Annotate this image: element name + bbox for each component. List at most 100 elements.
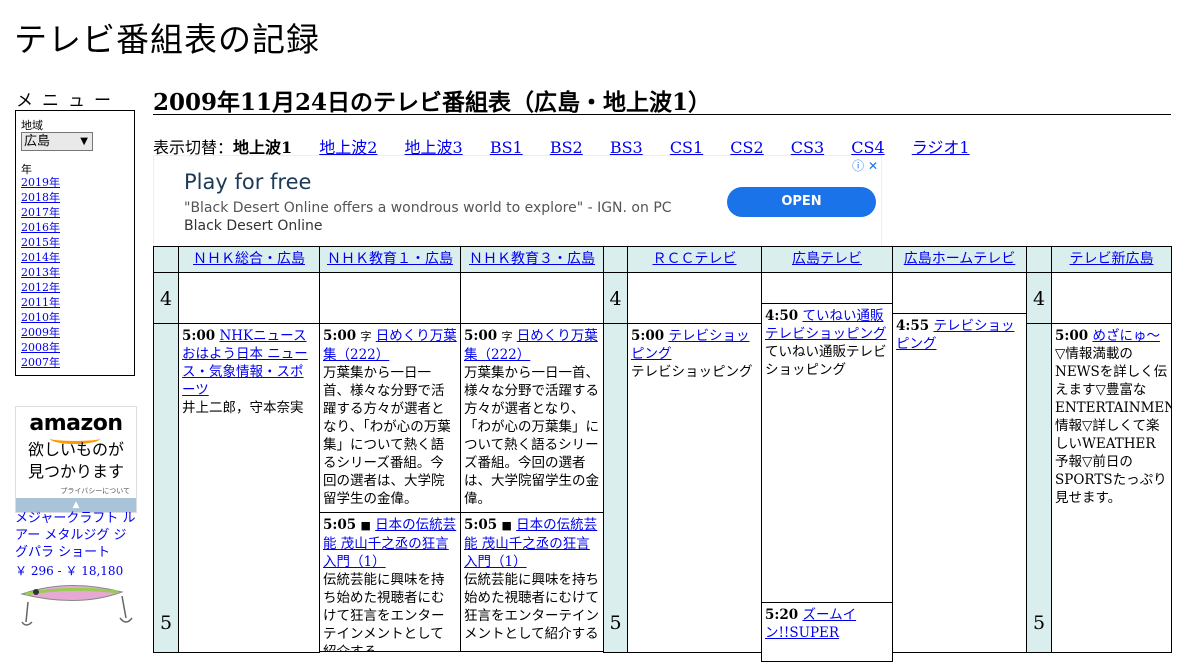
channel-link-rcc[interactable]: ＲＣＣテレビ xyxy=(653,251,737,267)
amazon-tagline: 欲しいものが 見つかります xyxy=(16,439,136,483)
year-link[interactable]: 2015年 xyxy=(21,236,60,249)
page-heading: 2009年11月24日のテレビ番組表（広島・地上波1） xyxy=(153,83,1171,116)
channel-link-nhk-sogo[interactable]: ＮＨＫ総合・広島 xyxy=(193,251,305,267)
program-desc: 万葉集から一日一首、様々な分野で活躍する方々が選者となり、「わが心の万葉集」につ… xyxy=(464,365,599,507)
empty-slot xyxy=(460,272,604,324)
data-broadcast-icon: ■ xyxy=(501,519,512,532)
program-desc: ▽情報満載のNEWSを詳しく伝えます▽豊富なENTERTAINMENT情報▽詳し… xyxy=(1055,346,1171,506)
program-time: 5:00 xyxy=(323,328,357,344)
program-cell: 5:00 めざにゅ～ ▽情報満載のNEWSを詳しく伝えます▽豊富なENTERTA… xyxy=(1051,323,1172,653)
menu-label: メニュー xyxy=(16,91,120,111)
switch-link-radio1[interactable]: ラジオ1 xyxy=(912,138,970,157)
channel-link-tss[interactable]: テレビ新広島 xyxy=(1070,251,1154,267)
time-header-cell xyxy=(603,246,628,273)
data-broadcast-icon: ■ xyxy=(360,519,371,532)
subtitle-icon: 字 xyxy=(501,330,513,343)
amazon-product-price: ￥ 296 - ￥ 18,180 xyxy=(15,564,124,578)
ad-description: "Black Desert Online offers a wondrous w… xyxy=(184,199,704,235)
program-cell: 5:00 字 日めくり万葉集（222） 万葉集から一日一首、様々な分野で活躍する… xyxy=(460,323,604,513)
program-cell: 4:55 テレビショッピング xyxy=(892,313,1027,653)
year-link[interactable]: 2007年 xyxy=(21,356,60,369)
hour-cell-4: 4 xyxy=(153,272,179,324)
program-time: 4:50 xyxy=(765,308,799,324)
time-header-cell xyxy=(153,246,179,273)
subtitle-icon: 字 xyxy=(360,330,372,343)
year-list: 2019年 2018年 2017年 2016年 2015年 2014年 2013… xyxy=(21,175,60,370)
hour-cell-4: 4 xyxy=(603,272,628,324)
empty-slot xyxy=(1051,272,1172,324)
year-link[interactable]: 2018年 xyxy=(21,191,60,204)
year-link[interactable]: 2011年 xyxy=(21,296,60,309)
ad-brand: Black Desert Online xyxy=(184,218,323,234)
program-desc: 井上二郎，守本奈実 xyxy=(182,400,304,416)
hour-cell-4: 4 xyxy=(1026,272,1052,324)
hour-cell-5: 5 xyxy=(153,323,179,653)
ad-info-close-icon[interactable]: ⓘ ✕ xyxy=(852,157,878,174)
ad-desc-text: "Black Desert Online offers a wondrous w… xyxy=(184,200,672,216)
program-time: 5:00 xyxy=(464,328,498,344)
year-link[interactable]: 2017年 xyxy=(21,206,60,219)
program-cell: 5:20 ズームイン!!SUPER xyxy=(761,602,893,662)
program-desc: ていねい通販テレビショッピング xyxy=(765,344,887,378)
program-cell: 5:05 ■ 日本の伝統芸能 茂山千之丞の狂言入門（1） 伝統芸能に興味を持ち始… xyxy=(319,512,461,652)
amazon-tagline-line1: 欲しいものが xyxy=(27,440,124,459)
program-desc: 伝統芸能に興味を持ち始めた視聴者にむけて狂言をエンターテインメントとして紹介する xyxy=(323,572,445,652)
program-cell: 4:50 ていねい通販テレビショッピング ていねい通販テレビショッピング xyxy=(761,303,893,603)
ad-open-button[interactable]: OPEN xyxy=(727,187,876,217)
channel-link-hiroshima-tv[interactable]: 広島テレビ xyxy=(792,251,862,267)
amazon-product-link[interactable]: メジャークラフト ルアー メタルジグ ジグパラ ショート xyxy=(15,510,137,561)
amazon-tagline-line2: 見つかります xyxy=(27,462,124,481)
hour-cell-5: 5 xyxy=(603,323,628,653)
ad-title: Play for free xyxy=(184,170,312,194)
hour-cell-5: 5 xyxy=(1026,323,1052,653)
program-cell: 5:05 ■ 日本の伝統芸能 茂山千之丞の狂言入門（1） 伝統芸能に興味を持ち始… xyxy=(460,512,604,652)
empty-slot xyxy=(761,272,893,304)
program-time: 5:00 xyxy=(631,328,665,344)
channel-header: 広島テレビ xyxy=(761,246,893,273)
program-desc: 万葉集から一日一首、様々な分野で活躍する方々が選者となり、「わが心の万葉集」につ… xyxy=(323,365,451,507)
region-select-value: 広島 xyxy=(24,134,51,149)
dropdown-arrow-icon: ▼ xyxy=(80,136,88,147)
channel-link-home-tv[interactable]: 広島ホームテレビ xyxy=(904,251,1016,267)
program-desc: 伝統芸能に興味を持ち始めた視聴者にむけて狂言をエンターテインメントとして紹介する xyxy=(464,572,599,642)
empty-slot xyxy=(319,272,461,324)
channel-header: ＮＨＫ教育３・広島 xyxy=(460,246,604,273)
channel-header: ＮＨＫ教育１・広島 xyxy=(319,246,461,273)
amazon-privacy-link[interactable]: プライバシーについて xyxy=(60,486,130,496)
up-arrow-icon: ▲ xyxy=(72,500,80,510)
year-link[interactable]: 2012年 xyxy=(21,281,60,294)
channel-header: ＮＨＫ総合・広島 xyxy=(178,246,320,273)
program-time: 5:00 xyxy=(182,328,216,344)
year-link[interactable]: 2013年 xyxy=(21,266,60,279)
region-label: 地域 xyxy=(21,119,43,132)
time-header-cell xyxy=(1026,246,1052,273)
year-link[interactable]: 2014年 xyxy=(21,251,60,264)
year-link[interactable]: 2010年 xyxy=(21,311,60,324)
channel-link-nhk-edu3[interactable]: ＮＨＫ教育３・広島 xyxy=(469,251,595,267)
channel-header: 広島ホームテレビ xyxy=(892,246,1027,273)
empty-slot xyxy=(178,272,320,324)
empty-slot xyxy=(627,272,762,324)
year-link[interactable]: 2008年 xyxy=(21,341,60,354)
program-time: 5:20 xyxy=(765,607,799,623)
year-link[interactable]: 2019年 xyxy=(21,176,60,189)
year-link[interactable]: 2016年 xyxy=(21,221,60,234)
year-link[interactable]: 2009年 xyxy=(21,326,60,339)
lure-product-image[interactable] xyxy=(18,578,133,628)
program-time: 5:05 xyxy=(464,517,498,533)
amazon-ad[interactable]: amazon 欲しいものが 見つかります プライバシーについて ▲ xyxy=(15,406,137,513)
program-title-link[interactable]: めざにゅ～ xyxy=(1092,328,1160,344)
program-time: 4:55 xyxy=(896,318,930,334)
program-cell: 5:00 字 日めくり万葉集（222） 万葉集から一日一首、様々な分野で活躍する… xyxy=(319,323,461,513)
channel-link-nhk-edu1[interactable]: ＮＨＫ教育１・広島 xyxy=(327,251,453,267)
channel-header: テレビ新広島 xyxy=(1051,246,1172,273)
region-select[interactable]: 広島 ▼ xyxy=(21,132,93,151)
program-desc: テレビショッピング xyxy=(631,364,753,380)
program-time: 5:05 xyxy=(323,517,357,533)
display-ad[interactable]: ⓘ ✕ Play for free "Black Desert Online o… xyxy=(153,155,882,247)
program-time: 5:00 xyxy=(1055,328,1089,344)
channel-header: ＲＣＣテレビ xyxy=(627,246,762,273)
menu-box: 地域 広島 ▼ 年 2019年 2018年 2017年 2016年 2015年 … xyxy=(15,110,135,376)
empty-slot xyxy=(892,272,1027,314)
program-cell: 5:00 テレビショッピング テレビショッピング xyxy=(627,323,762,653)
